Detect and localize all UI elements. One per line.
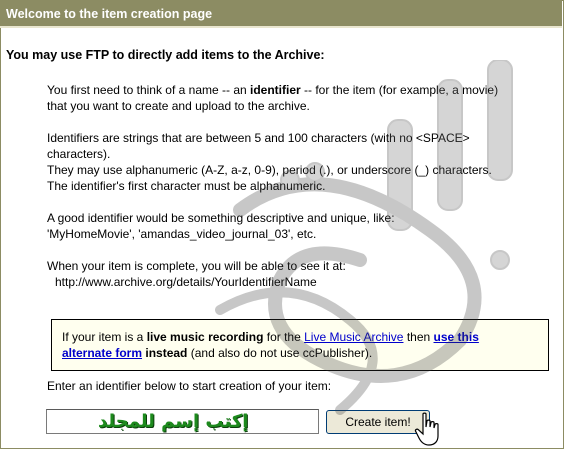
section-heading: You may use FTP to directly add items to… [6,48,325,62]
notice-text: If your item is a [62,330,147,344]
intro-text: You first need to think of a name -- an [47,83,251,97]
rules-paragraph: Identifiers are strings that are between… [47,130,547,194]
example-line: 'MyHomeMovie', 'amandas_video_journal_03… [47,227,317,241]
live-music-archive-link[interactable]: Live Music Archive [304,330,403,344]
instructions: You first need to think of a name -- an … [47,82,547,306]
rules-line: The identifier's first character must be… [47,179,326,193]
page-title-bar: Welcome to the item creation page [0,0,562,26]
intro-paragraph: You first need to think of a name -- an … [47,82,547,114]
page-title: Welcome to the item creation page [6,7,213,21]
notice-text: then [403,330,434,344]
rules-line: Identifiers are strings that are between… [47,131,470,145]
rules-line: They may use alphanumeric (A-Z, a-z, 0-9… [47,163,492,177]
example-paragraph: A good identifier would be something des… [47,210,547,242]
notice-bold: live music recording [146,330,264,344]
details-url: http://www.archive.org/details/YourIdent… [55,275,317,289]
enter-prompt: Enter an identifier below to start creat… [47,379,332,393]
identifier-term: identifier [250,83,301,97]
hand-cursor-icon [414,412,439,446]
notice-text: (and also do not use ccPublisher). [187,346,373,360]
title-divider [0,26,562,28]
intro-text-cont: -- for the item (for example, a movie) [300,83,499,97]
live-music-notice: If your item is a live music recording f… [51,319,549,371]
notice-text: for the [263,330,305,344]
example-line: A good identifier would be something des… [47,211,395,225]
complete-paragraph: When your item is complete, you will be … [47,258,547,290]
identifier-overlay-text: إكتب إسم للمجلد [98,411,249,432]
intro-text-line2: that you want to create and upload to th… [47,99,310,113]
rules-line: characters). [47,147,111,161]
alternate-form-link-cont[interactable]: alternate form [62,346,142,360]
alternate-form-link[interactable]: use this [434,330,479,344]
notice-bold: instead [145,346,188,360]
complete-line: When your item is complete, you will be … [47,259,346,273]
